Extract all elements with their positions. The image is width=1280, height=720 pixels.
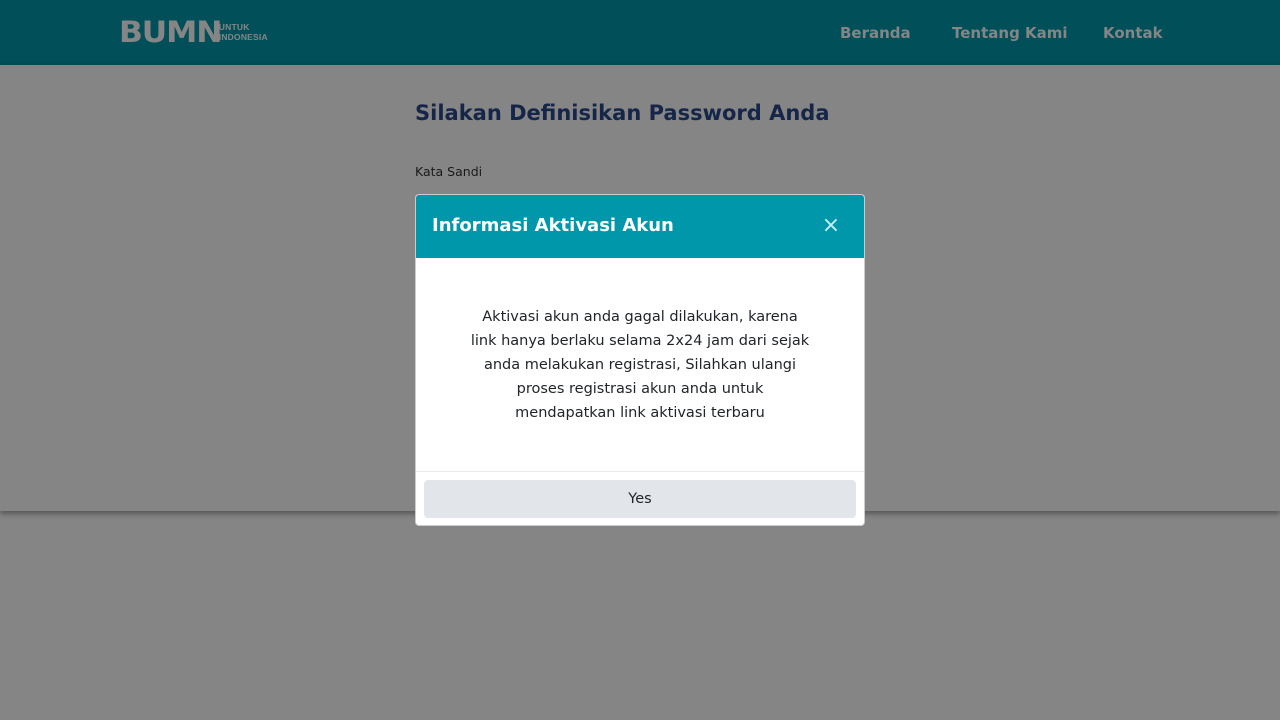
modal-header: Informasi Aktivasi Akun × [416,195,864,258]
activation-info-modal: Informasi Aktivasi Akun × Aktivasi akun … [415,194,865,526]
modal-footer: Yes [416,471,864,525]
modal-body: Aktivasi akun anda gagal dilakukan, kare… [416,258,864,471]
close-icon[interactable]: × [818,213,844,239]
modal-title: Informasi Aktivasi Akun [432,215,674,236]
modal-message: Aktivasi akun anda gagal dilakukan, kare… [470,308,810,421]
yes-button[interactable]: Yes [424,480,856,518]
page: BUMN UNTUK INDONESIA Beranda Tentang Kam… [0,0,1280,720]
